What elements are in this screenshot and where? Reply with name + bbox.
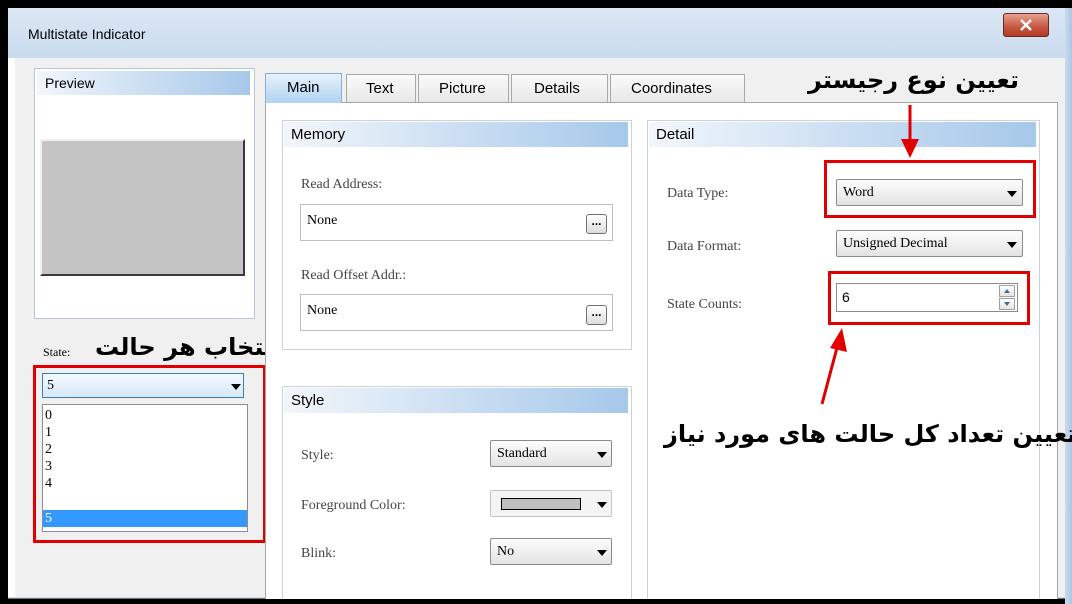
data-type-highlight-box: [824, 160, 1036, 218]
state-count-annotation: تعیین تعداد کل حالت های مورد نیاز: [664, 420, 1072, 448]
style-dropdown[interactable]: Standard: [490, 440, 612, 467]
state-counts-label: State Counts:: [667, 297, 743, 312]
foreground-color-label: Foreground Color:: [301, 498, 406, 513]
outer-border-top: [0, 0, 1072, 8]
title-bar: [8, 8, 1065, 58]
data-format-value: Unsigned Decimal: [843, 236, 948, 251]
outer-border-bottom: [8, 599, 1065, 604]
preview-label: Preview: [45, 75, 95, 91]
data-format-dropdown[interactable]: Unsigned Decimal: [836, 230, 1023, 257]
state-counts-highlight-box: [828, 271, 1030, 325]
window-title: Multistate Indicator: [28, 26, 146, 42]
chevron-down-icon: [597, 550, 607, 556]
state-label: State:: [43, 345, 71, 359]
tab-picture-label: Picture: [439, 80, 486, 97]
state-highlight-box: [33, 365, 266, 543]
style-header-label: Style: [291, 392, 325, 409]
close-button[interactable]: [1003, 13, 1049, 37]
read-address-browse-button[interactable]: ...: [586, 214, 607, 234]
detail-header-label: Detail: [656, 126, 695, 143]
read-offset-label: Read Offset Addr.:: [301, 268, 407, 283]
tab-picture[interactable]: Picture: [418, 74, 509, 102]
tab-main[interactable]: Main: [265, 73, 342, 103]
read-address-value: None: [307, 213, 338, 228]
memory-header-label: Memory: [291, 126, 346, 143]
tab-details[interactable]: Details: [511, 74, 608, 102]
tab-text-label: Text: [366, 80, 394, 97]
blink-value: No: [497, 544, 515, 559]
style-header: Style: [284, 388, 628, 413]
chevron-down-icon: [597, 502, 607, 508]
data-format-label: Data Format:: [667, 239, 742, 254]
outer-border-left: [0, 0, 8, 604]
style-label: Style:: [301, 448, 334, 463]
chevron-down-icon: [1007, 242, 1017, 248]
tab-details-label: Details: [534, 80, 580, 97]
detail-header: Detail: [649, 122, 1036, 147]
read-offset-value: None: [307, 303, 338, 318]
foreground-color-picker[interactable]: [490, 490, 612, 517]
state-annotation: انتخاب هر حالت: [95, 333, 282, 361]
preview-image: [40, 139, 245, 276]
read-address-field[interactable]: None ...: [300, 204, 613, 241]
blink-label: Blink:: [301, 546, 337, 561]
color-swatch: [501, 498, 581, 510]
memory-header: Memory: [284, 122, 628, 147]
close-icon: [1020, 19, 1032, 31]
read-address-label: Read Address:: [301, 177, 383, 192]
chevron-down-icon: [597, 452, 607, 458]
tab-main-label: Main: [287, 79, 320, 96]
read-offset-browse-button[interactable]: ...: [586, 305, 607, 325]
register-type-annotation: تعیین نوع رجیستر: [808, 66, 1019, 94]
tab-coordinates-label: Coordinates: [631, 80, 712, 97]
style-value: Standard: [497, 446, 547, 461]
blink-dropdown[interactable]: No: [490, 538, 612, 565]
read-offset-field[interactable]: None ...: [300, 294, 613, 331]
window-frame-right: [1065, 8, 1072, 604]
tab-coordinates[interactable]: Coordinates: [610, 74, 745, 102]
data-type-label: Data Type:: [667, 186, 729, 201]
arrow-up-icon: [820, 328, 847, 405]
tab-text[interactable]: Text: [346, 74, 416, 102]
arrow-down-icon: [901, 105, 919, 158]
